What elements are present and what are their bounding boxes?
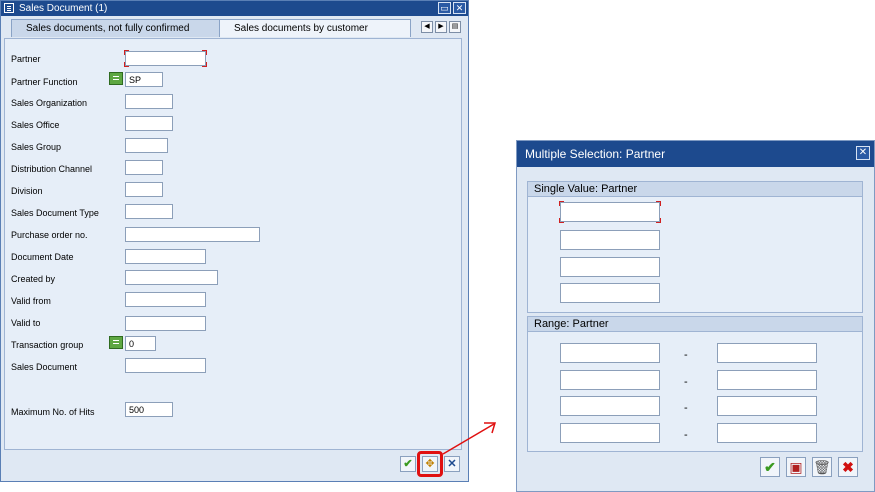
valid-from-input[interactable] xyxy=(125,292,206,307)
close-icon[interactable]: ✕ xyxy=(453,2,466,14)
field-label: Purchase order no. xyxy=(11,230,88,240)
partner-function-input[interactable] xyxy=(125,72,163,87)
transaction-group-input[interactable] xyxy=(125,336,156,351)
dialog-title: Multiple Selection: Partner xyxy=(525,147,666,161)
division-input[interactable] xyxy=(125,182,163,197)
range-separator: - xyxy=(684,376,688,388)
required-marker xyxy=(124,50,129,55)
purchase-order-input[interactable] xyxy=(125,227,260,242)
tab-list-icon[interactable]: ▤ xyxy=(449,21,461,33)
save-icon[interactable]: ▣ xyxy=(786,457,806,477)
tab-scroll-left-icon[interactable]: ◀ xyxy=(421,21,433,33)
range-to-input[interactable] xyxy=(717,343,817,363)
range-separator: - xyxy=(684,349,688,361)
range-separator: - xyxy=(684,429,688,441)
field-label: Document Date xyxy=(11,252,74,262)
required-marker xyxy=(202,50,207,55)
single-value-input[interactable] xyxy=(560,283,660,303)
field-label: Partner xyxy=(11,54,41,64)
range-separator: - xyxy=(684,402,688,414)
multiple-selection-dialog: Multiple Selection: Partner ✕ Single Val… xyxy=(516,140,875,492)
single-value-input[interactable] xyxy=(560,257,660,277)
range-from-input[interactable] xyxy=(560,396,660,416)
group-header: Range: Partner xyxy=(528,317,862,332)
dialog-title-bar: Multiple Selection: Partner ✕ xyxy=(517,141,874,167)
sales-document-dialog: Sales Document (1) ▭ ✕ Sales documents, … xyxy=(0,0,469,482)
dialog-title: Sales Document (1) xyxy=(19,3,108,14)
created-by-input[interactable] xyxy=(125,270,218,285)
range-to-input[interactable] xyxy=(717,370,817,390)
focus-marker xyxy=(656,201,661,206)
field-label: Sales Organization xyxy=(11,98,88,108)
single-value-input[interactable] xyxy=(560,202,660,222)
group-header: Single Value: Partner xyxy=(528,182,862,197)
partner-input[interactable] xyxy=(125,51,206,66)
field-label: Transaction group xyxy=(11,340,84,350)
field-label: Sales Document xyxy=(11,362,78,372)
field-label: Sales Document Type xyxy=(11,208,99,218)
single-value-group: Single Value: Partner xyxy=(527,181,863,313)
field-label: Valid from xyxy=(11,296,51,306)
sales-document-type-input[interactable] xyxy=(125,204,173,219)
field-label: Distribution Channel xyxy=(11,164,93,174)
single-value-input[interactable] xyxy=(560,230,660,250)
delete-icon[interactable]: 🗑 xyxy=(812,457,832,477)
tab-label: Sales documents by customer xyxy=(234,23,368,34)
range-to-input[interactable] xyxy=(717,423,817,443)
single-value-wrapper xyxy=(559,201,661,223)
range-group: Range: Partner - - - - xyxy=(527,316,863,452)
field-label: Maximum No. of Hits xyxy=(11,407,95,417)
red-arrow xyxy=(442,422,497,455)
valid-to-input[interactable] xyxy=(125,316,206,331)
tab-label: Sales documents, not fully confirmed xyxy=(26,23,190,34)
tab-scroll-right-icon[interactable]: ▶ xyxy=(435,21,447,33)
field-label: Valid to xyxy=(11,318,41,328)
tab-not-fully-confirmed[interactable]: Sales documents, not fully confirmed xyxy=(11,19,223,37)
focus-marker xyxy=(559,201,564,206)
range-from-input[interactable] xyxy=(560,343,660,363)
field-label: Sales Office xyxy=(11,120,60,130)
focus-marker xyxy=(656,218,661,223)
sales-document-input[interactable] xyxy=(125,358,206,373)
distribution-channel-input[interactable] xyxy=(125,160,163,175)
dialog-title-bar: Sales Document (1) ▭ ✕ xyxy=(1,1,468,16)
range-from-input[interactable] xyxy=(560,423,660,443)
cancel-icon[interactable]: ✖ xyxy=(838,457,858,477)
range-from-input[interactable] xyxy=(560,370,660,390)
checkmark-icon[interactable]: ✔ xyxy=(400,456,416,472)
sales-office-input[interactable] xyxy=(125,116,173,131)
tabstrip: Sales documents, not fully confirmed Sal… xyxy=(1,16,468,38)
required-marker xyxy=(124,62,129,67)
selection-panel: Partner Partner Function Sales Organizat… xyxy=(4,38,462,450)
close-icon[interactable]: ✕ xyxy=(856,146,870,160)
field-label: Partner Function xyxy=(11,77,78,87)
field-label: Sales Group xyxy=(11,142,62,152)
required-marker xyxy=(202,62,207,67)
selection-option-icon[interactable] xyxy=(109,336,123,349)
focus-marker xyxy=(559,218,564,223)
minimize-icon[interactable]: ▭ xyxy=(438,2,451,14)
field-label: Division xyxy=(11,186,43,196)
dialog-toolbar: ✔ ✥ ✕ xyxy=(1,451,468,481)
sales-organization-input[interactable] xyxy=(125,94,173,109)
partner-input-wrapper xyxy=(124,50,207,67)
window-icon xyxy=(4,3,14,13)
max-hits-input[interactable] xyxy=(125,402,173,417)
field-label: Created by xyxy=(11,274,56,284)
tab-by-customer[interactable]: Sales documents by customer xyxy=(219,19,411,37)
checkmark-icon[interactable]: ✔ xyxy=(760,457,780,477)
document-date-input[interactable] xyxy=(125,249,206,264)
sales-group-input[interactable] xyxy=(125,138,168,153)
range-to-input[interactable] xyxy=(717,396,817,416)
selection-option-icon[interactable] xyxy=(109,72,123,85)
